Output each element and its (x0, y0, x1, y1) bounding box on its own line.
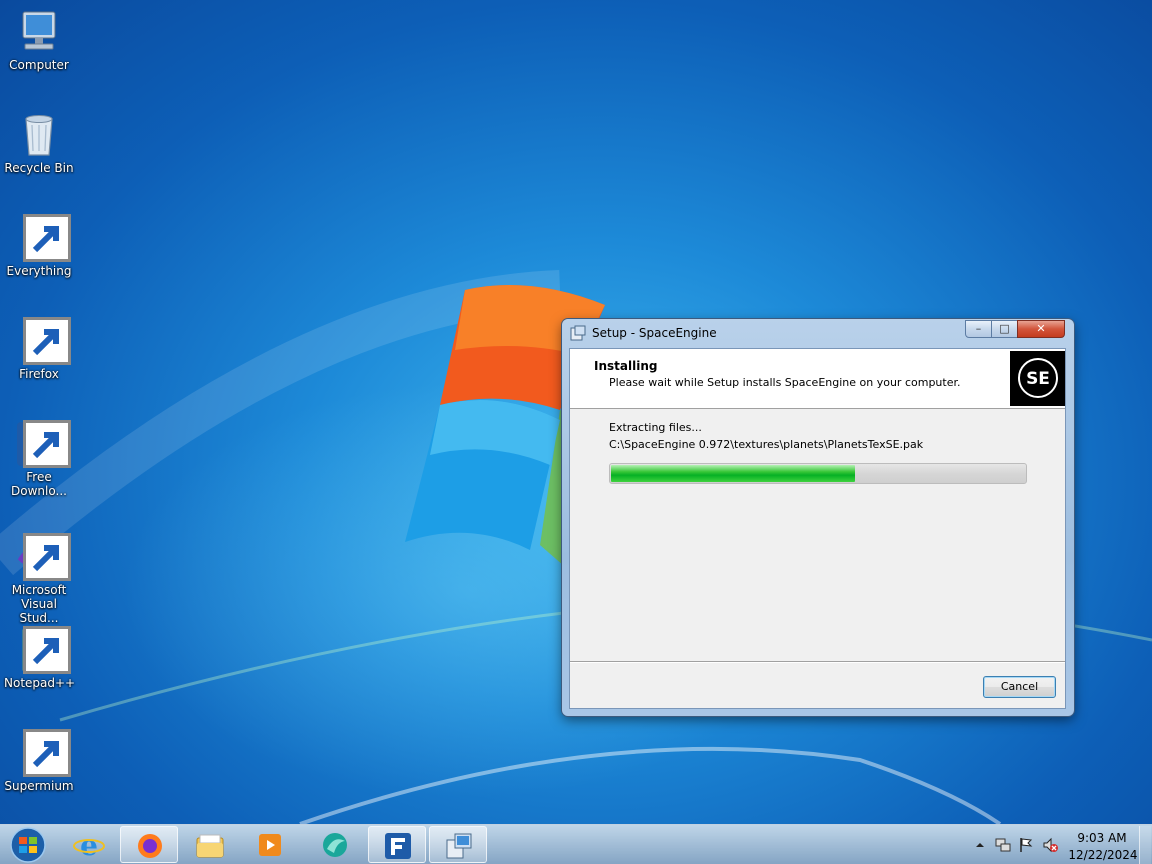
header-subtitle: Please wait while Setup installs SpaceEn… (609, 376, 961, 389)
recycle-bin-icon (25, 115, 53, 156)
desktop-icon-firefox[interactable]: Firefox (4, 317, 74, 381)
volume-muted-icon[interactable] (1042, 837, 1058, 853)
icon-label: Firefox (19, 367, 59, 381)
shortcut-arrow-icon (23, 626, 71, 674)
taskbar-setup[interactable] (429, 826, 487, 863)
setup-dialog[interactable]: Setup - SpaceEngine – □ ✕ Installing Ple… (562, 319, 1074, 716)
network-icon[interactable] (995, 837, 1011, 853)
taskbar-free-download-manager[interactable] (368, 826, 426, 863)
dialog-header: Installing Please wait while Setup insta… (570, 349, 1065, 409)
dialog-client-area: Installing Please wait while Setup insta… (569, 348, 1066, 709)
icon-label: Recycle Bin (4, 161, 74, 175)
icon-label: Computer (9, 58, 69, 72)
shortcut-arrow-icon (23, 533, 71, 581)
action-center-flag-icon[interactable] (1018, 837, 1034, 853)
header-title: Installing (594, 359, 658, 373)
desktop-icon-free-download-manager[interactable]: Free Downlo... (4, 420, 74, 498)
taskbar-media-player[interactable] (241, 826, 299, 863)
spaceengine-logo: SE (1010, 351, 1065, 406)
internet-explorer-icon: e (73, 831, 105, 859)
show-desktop-button[interactable] (1139, 826, 1151, 864)
clock-time[interactable]: 9:03 AM (1074, 831, 1130, 845)
spaceengine-logo-icon: SE (1018, 358, 1058, 398)
taskbar-firefox[interactable] (120, 826, 178, 863)
title-bar[interactable]: Setup - SpaceEngine – □ ✕ (562, 319, 1074, 347)
start-button[interactable] (4, 826, 52, 864)
status-text: Extracting files... (609, 421, 702, 434)
shortcut-arrow-icon (23, 317, 71, 365)
firefox-icon (138, 834, 162, 858)
icon-label: Everything (6, 264, 72, 278)
clock-date[interactable]: 12/22/2024 (1068, 848, 1138, 862)
taskbar-internet-explorer[interactable]: e (60, 826, 118, 863)
desktop-icon-everything[interactable]: Everything (4, 214, 74, 278)
svg-text:e: e (80, 831, 98, 859)
icon-label: Notepad++ (4, 676, 76, 690)
logo-text: SE (1026, 369, 1050, 389)
supermium-icon (323, 833, 347, 857)
desktop-icon-computer[interactable]: Computer (4, 8, 74, 72)
desktop-icon-supermium[interactable]: Supermium (4, 729, 74, 793)
minimize-button[interactable]: – (965, 320, 992, 338)
icon-label: Supermium (4, 779, 74, 793)
taskbar-supermium[interactable] (306, 826, 364, 863)
taskbar-file-explorer[interactable] (181, 826, 239, 863)
show-hidden-icons-icon[interactable] (972, 837, 988, 853)
setup-icon (570, 325, 586, 341)
setup-icon (446, 833, 472, 859)
current-file-path: C:\SpaceEngine 0.972\textures\planets\Pl… (609, 438, 924, 451)
progress-bar (609, 463, 1027, 484)
desktop-icon-recycle-bin[interactable]: Recycle Bin (4, 111, 74, 175)
free-download-manager-icon (385, 833, 411, 859)
shortcut-arrow-icon (23, 420, 71, 468)
desktop-icon-notepad-plus-plus[interactable]: Notepad++ (4, 626, 76, 690)
shortcut-arrow-icon (23, 214, 71, 262)
taskbar: e 9:03 AM 12/22/2024 (0, 824, 1152, 864)
desktop[interactable]: Computer Recycle Bin Everything Firefox … (0, 0, 1152, 824)
close-button[interactable]: ✕ (1017, 320, 1065, 338)
dialog-title: Setup - SpaceEngine (592, 326, 717, 340)
maximize-button[interactable]: □ (991, 320, 1018, 338)
computer-icon (22, 11, 56, 50)
footer-divider (570, 661, 1065, 663)
icon-label: Microsoft Visual Stud... (11, 583, 67, 625)
file-explorer-icon (196, 834, 224, 858)
shortcut-arrow-icon (23, 729, 71, 777)
media-player-icon (259, 834, 281, 856)
icon-label: Free Downlo... (11, 470, 67, 498)
cancel-button[interactable]: Cancel (983, 676, 1056, 698)
progress-fill (611, 465, 855, 482)
desktop-icon-visual-studio[interactable]: Microsoft Visual Stud... (4, 533, 74, 625)
